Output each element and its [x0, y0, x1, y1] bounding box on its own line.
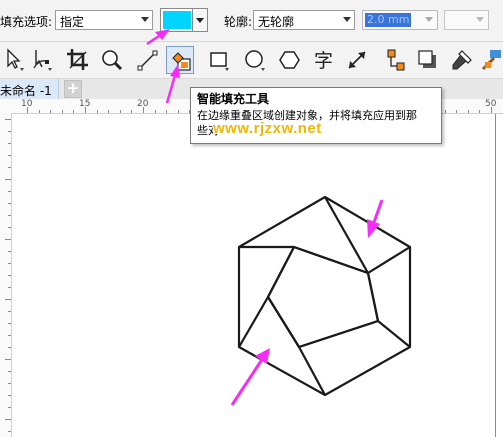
annotation-arrow-icon	[146, 29, 170, 46]
annotation-arrow-icon	[230, 348, 270, 406]
annotation-arrows	[146, 29, 384, 406]
annotation-arrow-icon	[367, 199, 384, 238]
annotation-arrow-icon	[165, 64, 180, 104]
